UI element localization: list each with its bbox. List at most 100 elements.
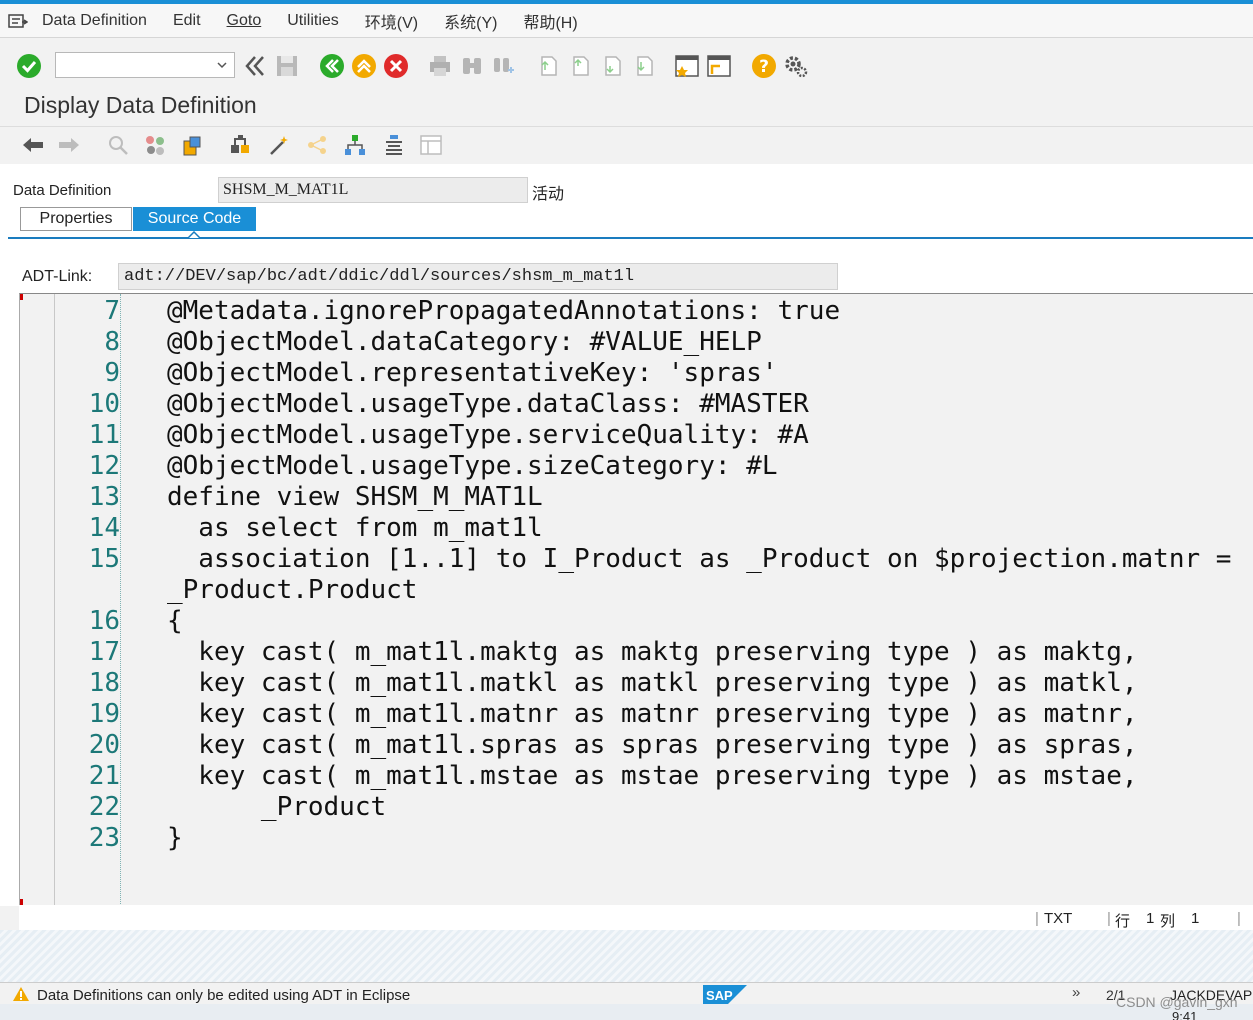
cancel-icon[interactable]: [381, 44, 411, 88]
code-line: 18 key cast( m_mat1l.matkl as matkl pres…: [20, 668, 1253, 699]
svg-text:?: ?: [759, 57, 769, 77]
code-line: 12 @ObjectModel.usageType.sizeCategory: #…: [20, 451, 1253, 482]
code-text[interactable]: }: [167, 823, 183, 854]
clock-time: 9:41: [1172, 1009, 1198, 1020]
last-page-icon[interactable]: [629, 44, 659, 88]
line-number: 8: [104, 327, 120, 357]
cursor-column-label: 列: [1160, 913, 1176, 930]
code-line: 19 key cast( m_mat1l.matnr as matnr pres…: [20, 699, 1253, 730]
active-tab-notch: [188, 231, 200, 238]
magic-wand-icon[interactable]: [264, 127, 294, 163]
code-text[interactable]: key cast( m_mat1l.spras as spras preserv…: [167, 730, 1137, 761]
code-line: 16 {: [20, 606, 1253, 637]
enter-check-icon[interactable]: [14, 44, 44, 88]
activate-icon[interactable]: [177, 127, 207, 163]
status-message[interactable]: Data Definitions can only be edited usin…: [37, 987, 410, 1004]
sap-logo-text: SAP: [706, 988, 733, 1003]
menu-utilities[interactable]: Utilities: [287, 12, 339, 30]
code-text[interactable]: key cast( m_mat1l.matkl as matkl preserv…: [167, 668, 1137, 699]
menu-data-definition[interactable]: Data Definition: [42, 12, 147, 30]
taskbar: [0, 1004, 1253, 1020]
double-chevron-left-icon[interactable]: [240, 44, 270, 88]
line-number: 9: [104, 358, 120, 388]
line-number: 13: [88, 482, 120, 512]
chevron-down-icon[interactable]: [216, 58, 228, 76]
code-text[interactable]: _Product.Product: [167, 575, 417, 606]
menu-system[interactable]: 系统(Y): [444, 9, 497, 33]
menu-environment[interactable]: 环境(V): [365, 9, 418, 33]
print-icon[interactable]: [425, 44, 455, 88]
share-icon[interactable]: [302, 127, 332, 163]
find-next-icon[interactable]: [489, 44, 519, 88]
back-icon[interactable]: [317, 44, 347, 88]
menu-edit[interactable]: Edit: [173, 12, 201, 30]
generate-shortcut-icon[interactable]: [704, 44, 734, 88]
layout-icon[interactable]: [416, 127, 446, 163]
code-line: 8 @ObjectModel.dataCategory: #VALUE_HELP: [20, 327, 1253, 358]
help-icon[interactable]: ?: [749, 44, 779, 88]
menu-bar: Data Definition Edit Goto Utilities 环境(V…: [0, 4, 1253, 38]
arrow-left-icon[interactable]: [18, 127, 48, 163]
code-text[interactable]: key cast( m_mat1l.maktg as maktg preserv…: [167, 637, 1137, 668]
menu-icon[interactable]: [0, 13, 36, 29]
code-text[interactable]: @ObjectModel.usageType.dataClass: #MASTE…: [167, 389, 809, 420]
code-text[interactable]: @Metadata.ignorePropagatedAnnotations: t…: [167, 296, 840, 327]
menu-goto[interactable]: Goto: [227, 12, 262, 30]
settings-gear-icon[interactable]: [781, 44, 811, 88]
line-number: 10: [88, 389, 120, 419]
code-text[interactable]: {: [167, 606, 183, 637]
save-icon[interactable]: [272, 44, 302, 88]
code-line: 15 association [1..1] to I_Product as _P…: [20, 544, 1253, 575]
code-text[interactable]: key cast( m_mat1l.mstae as mstae preserv…: [167, 761, 1137, 792]
tab-source-code[interactable]: Source Code: [133, 207, 256, 231]
editor-marker-bottom: [20, 899, 23, 905]
line-number: 21: [88, 761, 120, 791]
adt-link-field[interactable]: adt://DEV/sap/bc/adt/ddic/ddl/sources/sh…: [118, 263, 838, 290]
exit-icon[interactable]: [349, 44, 379, 88]
code-text[interactable]: key cast( m_mat1l.matnr as matnr preserv…: [167, 699, 1137, 730]
other-object-icon[interactable]: [140, 127, 170, 163]
code-text[interactable]: _Product: [167, 792, 386, 823]
code-text[interactable]: as select from m_mat1l: [167, 513, 542, 544]
code-line: 20 key cast( m_mat1l.spras as spras pres…: [20, 730, 1253, 761]
code-text[interactable]: @ObjectModel.dataCategory: #VALUE_HELP: [167, 327, 762, 358]
tab-properties[interactable]: Properties: [20, 207, 132, 231]
line-number: 17: [88, 637, 120, 667]
previous-page-icon[interactable]: [565, 44, 595, 88]
background-pattern: [0, 930, 1253, 982]
create-session-icon[interactable]: [672, 44, 702, 88]
first-page-icon[interactable]: [533, 44, 563, 88]
menu-help[interactable]: 帮助(H): [523, 9, 577, 33]
application-toolbar: [0, 126, 1253, 164]
editor-mode: TXT: [1044, 910, 1073, 927]
code-text[interactable]: define view SHSM_M_MAT1L: [167, 482, 543, 513]
hierarchy-icon[interactable]: [340, 127, 370, 163]
code-line: 13 define view SHSM_M_MAT1L: [20, 482, 1253, 513]
line-number: 19: [88, 699, 120, 729]
adt-link-label: ADT-Link:: [22, 268, 93, 285]
code-text[interactable]: @ObjectModel.representativeKey: 'spras': [167, 358, 777, 389]
code-line: 9 @ObjectModel.representativeKey: 'spras': [20, 358, 1253, 389]
source-code-editor[interactable]: 7 @Metadata.ignorePropagatedAnnotations: …: [19, 293, 1253, 905]
line-number: 15: [88, 544, 120, 574]
code-text[interactable]: @ObjectModel.usageType.serviceQuality: #…: [167, 420, 809, 451]
code-line: 10 @ObjectModel.usageType.dataClass: #MAS…: [20, 389, 1253, 420]
code-line: 21 key cast( m_mat1l.mstae as mstae pres…: [20, 761, 1253, 792]
code-text[interactable]: @ObjectModel.usageType.sizeCategory: #L: [167, 451, 777, 482]
arrow-right-icon[interactable]: [54, 127, 84, 163]
line-number: 14: [88, 513, 120, 543]
line-number: 11: [88, 420, 120, 450]
code-text[interactable]: association [1..1] to I_Product as _Prod…: [167, 544, 1231, 575]
next-page-icon[interactable]: [597, 44, 627, 88]
command-field[interactable]: [55, 52, 235, 78]
code-line: 14 as select from m_mat1l: [20, 513, 1253, 544]
display-change-icon[interactable]: [103, 127, 133, 163]
line-number: 7: [104, 296, 120, 326]
cursor-line-label: 行: [1115, 913, 1131, 930]
find-icon[interactable]: [457, 44, 487, 88]
watermark: CSDN @gavin_gxh: [1116, 994, 1238, 1010]
system-info-toggle[interactable]: »: [1072, 984, 1080, 1001]
data-definition-name-field[interactable]: SHSM_M_MAT1L: [218, 177, 528, 203]
pretty-printer-icon[interactable]: [379, 127, 409, 163]
where-used-icon[interactable]: [225, 127, 255, 163]
